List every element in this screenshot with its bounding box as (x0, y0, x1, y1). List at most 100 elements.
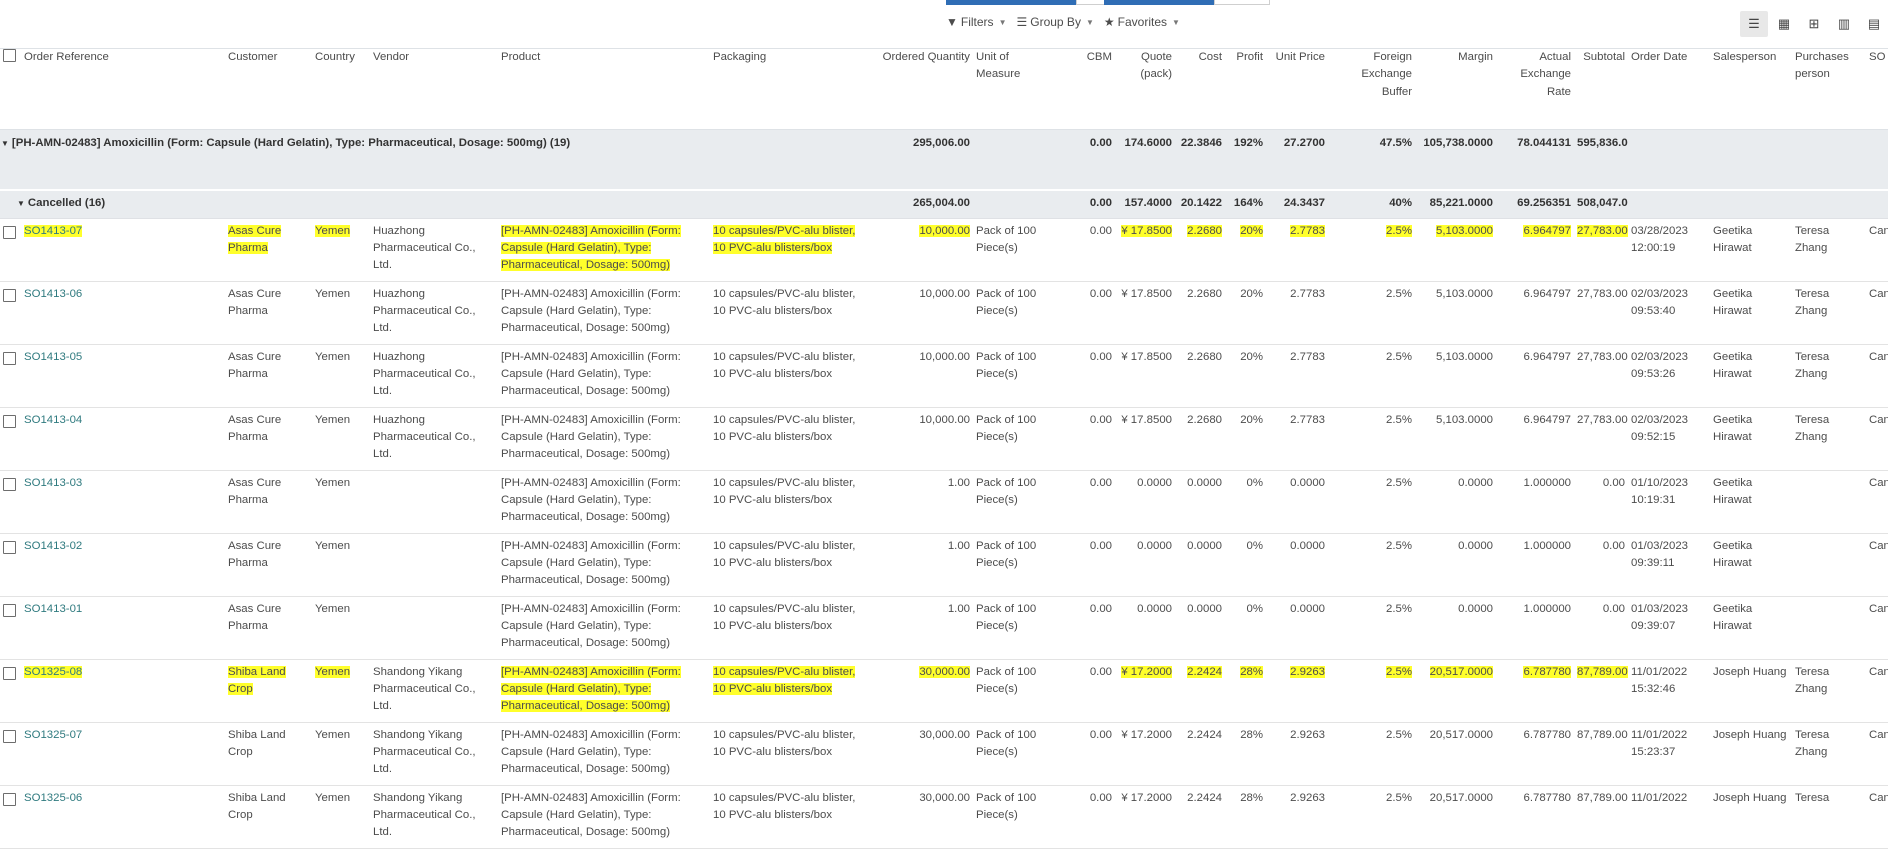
col-country[interactable]: Country (312, 49, 370, 130)
group-row-product[interactable]: ▼ [PH-AMN-02483] Amoxicillin (Form: Capsu… (0, 129, 1888, 190)
col-packaging[interactable]: Packaging (710, 49, 865, 130)
col-purchases-person[interactable]: Purchases person (1792, 49, 1866, 130)
row-checkbox[interactable] (3, 792, 16, 806)
row-checkbox[interactable] (3, 477, 16, 491)
order-reference-value[interactable]: SO1413-03 (24, 477, 82, 489)
row-checkbox[interactable] (3, 351, 16, 365)
subtotal-value: 0.00 (1602, 602, 1625, 615)
kanban-view-button[interactable]: ▦ (1770, 11, 1798, 37)
cell-order-reference[interactable]: SO1413-06 (21, 281, 225, 345)
row-select-cell[interactable] (0, 659, 21, 723)
col-unit-of-measure[interactable]: Unit of Measure (973, 49, 1051, 130)
table-row[interactable]: SO1413-06 Asas Cure Pharma Yemen Huazhong P… (0, 281, 1888, 345)
cell-so-state: Cancelled (1866, 281, 1888, 345)
col-quote-pack[interactable]: Quote (pack) (1115, 49, 1175, 130)
row-select-cell[interactable] (0, 281, 21, 345)
order-reference-value[interactable]: SO1413-04 (24, 414, 82, 426)
col-product[interactable]: Product (498, 49, 710, 130)
col-salesperson[interactable]: Salesperson (1710, 49, 1792, 130)
table-row[interactable]: SO1413-05 Asas Cure Pharma Yemen Huazhong P… (0, 344, 1888, 408)
order-reference-value[interactable]: SO1413-02 (24, 540, 82, 552)
row-checkbox[interactable] (3, 288, 16, 302)
select-all-checkbox[interactable] (3, 49, 16, 62)
order-reference-value[interactable]: SO1413-01 (24, 603, 82, 615)
list-view-button[interactable]: ☰ (1740, 11, 1768, 37)
col-fx-buffer[interactable]: Foreign Exchange Buffer (1328, 49, 1415, 130)
row-select-cell[interactable] (0, 533, 21, 597)
group-label-cell[interactable]: ▼ [PH-AMN-02483] Amoxicillin (Form: Capsu… (0, 129, 865, 190)
pivot-view-button[interactable]: ⊞ (1800, 11, 1828, 37)
row-select-cell[interactable] (0, 407, 21, 471)
table-row[interactable]: SO1325-07 Shiba Land Crop Yemen Shandong Yi… (0, 722, 1888, 786)
order-reference-value[interactable]: SO1413-06 (24, 288, 82, 300)
cell-order-reference[interactable]: SO1413-04 (21, 407, 225, 471)
row-select-cell[interactable] (0, 344, 21, 408)
actual-exchange-rate-value: 1.000000 (1523, 602, 1571, 615)
cell-order-reference[interactable]: SO1413-05 (21, 344, 225, 408)
col-order-date[interactable]: Order Date (1628, 49, 1710, 130)
cell-order-reference[interactable]: SO1325-08 (21, 659, 225, 723)
col-profit[interactable]: Profit (1225, 49, 1266, 130)
order-reference-value[interactable]: SO1325-08 (24, 665, 83, 678)
table-row[interactable]: SO1413-04 Asas Cure Pharma Yemen Huazhong P… (0, 407, 1888, 471)
row-select-cell[interactable] (0, 722, 21, 786)
cell-order-reference[interactable]: SO1413-03 (21, 470, 225, 534)
cell-salesperson: Geetika Hirawat (1710, 470, 1792, 534)
row-checkbox[interactable] (3, 540, 16, 554)
group-row-state[interactable]: ▼ Cancelled (16) 265,004.00 0.00 157.4000… (0, 188, 1888, 219)
col-unit-price[interactable]: Unit Price (1266, 49, 1328, 130)
col-cbm[interactable]: CBM (1051, 49, 1115, 130)
row-checkbox[interactable] (3, 414, 16, 428)
cell-subtotal: 27,783.00 (1574, 407, 1628, 471)
order-reference-value[interactable]: SO1325-07 (24, 729, 82, 741)
table-row[interactable]: SO1413-01 Asas Cure Pharma Yemen [PH-AMN-02… (0, 596, 1888, 660)
filters-dropdown[interactable]: ▼ Filters ▼ (946, 15, 1006, 29)
cell-order-reference[interactable]: SO1413-02 (21, 533, 225, 597)
order-reference-value[interactable]: SO1413-05 (24, 351, 82, 363)
packaging-value: 10 capsules/PVC-alu blister, 10 PVC-alu … (713, 791, 856, 821)
search-input-edge[interactable] (1214, 0, 1270, 5)
groupby-dropdown[interactable]: ☰ Group By ▼ (1016, 15, 1093, 29)
row-select-cell[interactable] (0, 218, 21, 282)
search-facet[interactable] (946, 0, 1076, 5)
col-vendor[interactable]: Vendor (370, 49, 498, 130)
col-actual-exchange-rate[interactable]: Actual Exchange Rate (1496, 49, 1574, 130)
col-order-reference[interactable]: Order Reference (21, 49, 225, 130)
cell-order-reference[interactable]: SO1325-06 (21, 785, 225, 849)
col-customer[interactable]: Customer (225, 49, 312, 130)
profit-value: 20% (1240, 287, 1263, 300)
row-checkbox[interactable] (3, 603, 16, 617)
cell-order-reference[interactable]: SO1413-07 (21, 218, 225, 282)
graph-view-button[interactable]: ▥ (1830, 11, 1858, 37)
unit-of-measure-value: Pack of 100 Piece(s) (976, 791, 1037, 821)
group-cbm: 0.00 (1051, 188, 1115, 219)
col-ordered-quantity[interactable]: Ordered Quantity (865, 49, 973, 130)
table-row[interactable]: SO1325-06 Shiba Land Crop Yemen Shandong Yi… (0, 785, 1888, 849)
grid-view-button[interactable]: ▤ (1860, 11, 1888, 37)
table-row[interactable]: SO1325-08 Shiba Land Crop Yemen Shandong Yi… (0, 659, 1888, 723)
cell-cbm: 0.00 (1051, 533, 1115, 597)
row-checkbox[interactable] (3, 225, 16, 239)
col-cost[interactable]: Cost (1175, 49, 1225, 130)
row-checkbox[interactable] (3, 729, 16, 743)
table-row[interactable]: SO1413-03 Asas Cure Pharma Yemen [PH-AMN-02… (0, 470, 1888, 534)
row-select-cell[interactable] (0, 785, 21, 849)
row-checkbox[interactable] (3, 666, 16, 680)
table-row[interactable]: SO1413-07 Asas Cure Pharma Yemen Huazhong P… (0, 218, 1888, 282)
col-so-state[interactable]: SO State (1866, 49, 1888, 130)
favorites-dropdown[interactable]: ★ Favorites ▼ (1104, 15, 1180, 29)
select-all-header[interactable] (0, 49, 21, 130)
cell-order-reference[interactable]: SO1413-01 (21, 596, 225, 660)
group-label-cell[interactable]: ▼ Cancelled (16) (0, 188, 865, 219)
col-subtotal[interactable]: Subtotal (1574, 49, 1628, 130)
search-facet[interactable] (1104, 0, 1214, 5)
order-reference-value[interactable]: SO1413-07 (24, 224, 83, 237)
table-row[interactable]: SO1413-02 Asas Cure Pharma Yemen [PH-AMN-02… (0, 533, 1888, 597)
order-reference-value[interactable]: SO1325-06 (24, 792, 82, 804)
cell-quote-pack: ¥ 17.8500 (1115, 407, 1175, 471)
group-empty (973, 188, 1051, 219)
cell-order-reference[interactable]: SO1325-07 (21, 722, 225, 786)
col-margin[interactable]: Margin (1415, 49, 1496, 130)
row-select-cell[interactable] (0, 596, 21, 660)
row-select-cell[interactable] (0, 470, 21, 534)
